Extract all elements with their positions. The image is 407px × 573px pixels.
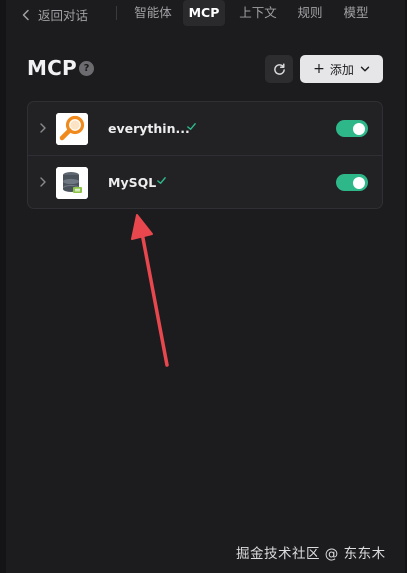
tab-models[interactable]: 模型 bbox=[338, 0, 374, 26]
database-logo-icon bbox=[56, 167, 88, 199]
server-enable-toggle[interactable] bbox=[336, 120, 368, 137]
add-server-button[interactable]: + 添加 bbox=[300, 55, 383, 83]
annotation-arrow-icon bbox=[131, 214, 169, 367]
check-icon bbox=[157, 177, 166, 184]
watermark: 掘金技术社区 @ 东东木 bbox=[236, 546, 386, 562]
top-navigation: 返回对话 智能体 MCP 上下文 规则 模型 bbox=[0, 0, 407, 28]
left-edge-strip bbox=[0, 0, 6, 573]
mcp-server-list: everythin... MySQL bbox=[27, 101, 383, 209]
check-icon bbox=[187, 123, 196, 130]
page-title: MCP bbox=[27, 56, 77, 80]
chevron-left-icon bbox=[22, 9, 29, 20]
toggle-knob bbox=[353, 176, 365, 189]
everything-logo-icon bbox=[56, 113, 88, 145]
toggle-knob bbox=[353, 122, 365, 135]
tab-agents[interactable]: 智能体 bbox=[128, 0, 178, 26]
chevron-right-icon[interactable] bbox=[38, 176, 48, 188]
server-name: MySQL bbox=[108, 175, 157, 190]
add-label: 添加 bbox=[329, 62, 354, 77]
server-row-mysql[interactable]: MySQL bbox=[28, 156, 382, 208]
nav-divider bbox=[116, 6, 117, 20]
server-name: everythin... bbox=[108, 121, 190, 136]
server-enable-toggle[interactable] bbox=[336, 174, 368, 191]
tab-rules[interactable]: 规则 bbox=[292, 0, 328, 26]
refresh-icon bbox=[273, 62, 285, 75]
chevron-down-icon bbox=[360, 66, 370, 72]
chevron-right-icon[interactable] bbox=[38, 122, 48, 134]
server-row-everything[interactable]: everythin... bbox=[28, 102, 382, 156]
tab-context[interactable]: 上下文 bbox=[234, 0, 282, 26]
help-icon[interactable]: ? bbox=[79, 61, 94, 76]
refresh-button[interactable] bbox=[265, 55, 293, 83]
tab-mcp[interactable]: MCP bbox=[183, 0, 225, 26]
back-to-chat-button[interactable]: 返回对话 bbox=[20, 5, 88, 24]
back-label: 返回对话 bbox=[38, 8, 89, 23]
mcp-settings-panel: 返回对话 智能体 MCP 上下文 规则 模型 MCP ? + 添加 everyt… bbox=[0, 0, 407, 573]
plus-icon: + bbox=[313, 61, 325, 77]
